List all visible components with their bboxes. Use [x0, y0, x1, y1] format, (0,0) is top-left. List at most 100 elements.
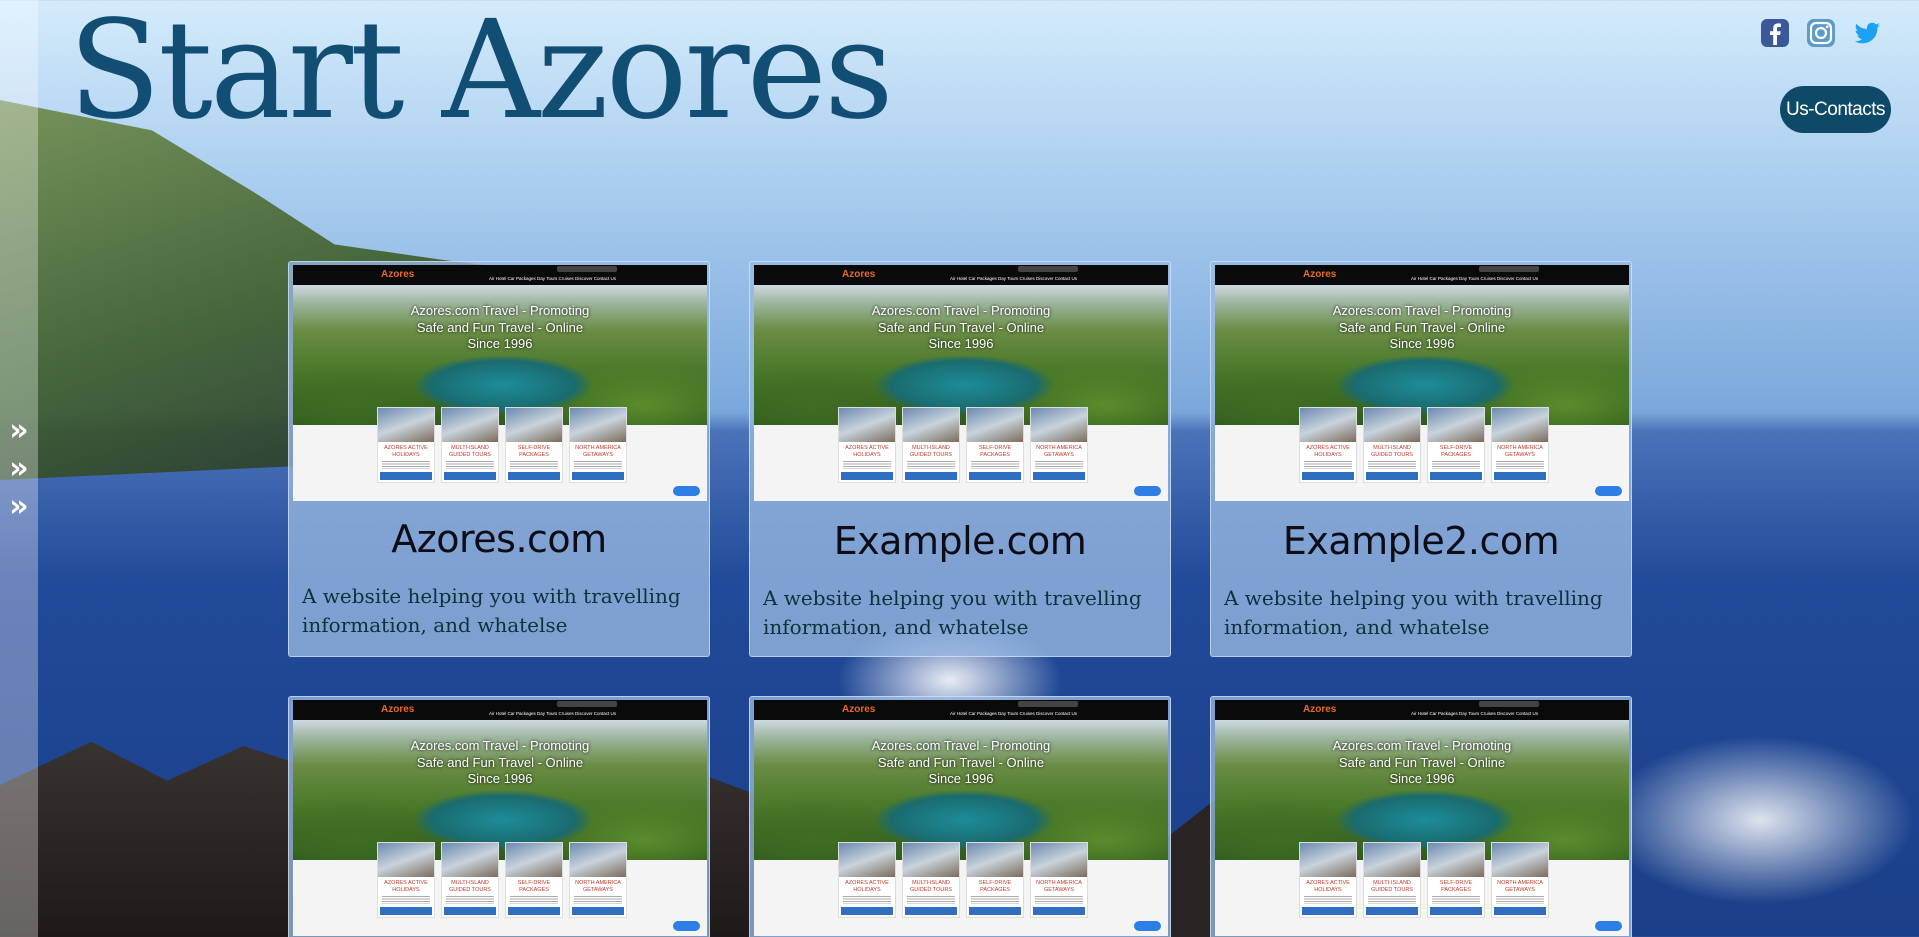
sidebar-expand-arrow[interactable]: »	[9, 452, 28, 485]
facebook-icon[interactable]	[1760, 18, 1790, 48]
screenshot-nav: Air Hotel Car Packages Day Tours Cruises…	[489, 276, 616, 281]
package-photo	[1492, 843, 1548, 877]
package-title: AZORES ACTIVE HOLIDAYS	[384, 445, 428, 458]
package-button	[841, 472, 893, 480]
package-photo	[839, 843, 895, 877]
package-title: SELF-DRIVE PACKAGES	[978, 445, 1012, 458]
screenshot-package-card: SELF-DRIVE PACKAGES	[505, 407, 563, 483]
screenshot-chat-bubble	[1134, 486, 1161, 496]
package-text-lines	[1496, 461, 1544, 469]
package-button	[1302, 907, 1354, 915]
package-button	[1302, 472, 1354, 480]
screenshot-package-card: SELF-DRIVE PACKAGES	[966, 842, 1024, 918]
screenshot-chat-bubble	[673, 486, 700, 496]
package-photo	[967, 408, 1023, 442]
package-photo	[1300, 408, 1356, 442]
screenshot-package-card: SELF-DRIVE PACKAGES	[1427, 842, 1485, 918]
package-photo	[1031, 843, 1087, 877]
project-card[interactable]: Azores Air Hotel Car Packages Day Tours …	[288, 696, 710, 937]
screenshot-logo: Azores	[1303, 269, 1337, 280]
screenshot-toolbar	[1018, 701, 1078, 707]
screenshot-topbar: Azores Air Hotel Car Packages Day Tours …	[1215, 265, 1629, 285]
package-title: NORTH AMERICA GETAWAYS	[1036, 445, 1082, 458]
sidebar-expand-arrow[interactable]: »	[9, 490, 28, 523]
package-title: NORTH AMERICA GETAWAYS	[1497, 880, 1543, 893]
package-photo	[570, 408, 626, 442]
contact-us-button[interactable]: Us-Contacts	[1780, 86, 1891, 133]
package-title: SELF-DRIVE PACKAGES	[517, 880, 551, 893]
project-card[interactable]: Azores Air Hotel Car Packages Day Tours …	[749, 696, 1171, 937]
package-text-lines	[971, 896, 1019, 904]
screenshot-package-card: MULTI-ISLAND GUIDED TOURS	[902, 407, 960, 483]
screenshot-package-card: SELF-DRIVE PACKAGES	[505, 842, 563, 918]
package-text-lines	[510, 461, 558, 469]
package-photo	[1428, 843, 1484, 877]
package-photo	[442, 843, 498, 877]
card-title: Example.com	[833, 519, 1087, 563]
screenshot-headline: Azores.com Travel - Promoting Safe and F…	[1332, 738, 1512, 786]
screenshot-package-card: MULTI-ISLAND GUIDED TOURS	[441, 407, 499, 483]
screenshot-packages: AZORES ACTIVE HOLIDAYS MULTI-ISLAND GUID…	[1299, 407, 1549, 483]
screenshot-toolbar	[557, 701, 617, 707]
package-text-lines	[1304, 896, 1352, 904]
package-text-lines	[1368, 896, 1416, 904]
package-text-lines	[843, 896, 891, 904]
package-text-lines	[1304, 461, 1352, 469]
package-photo	[506, 408, 562, 442]
project-card[interactable]: Azores Air Hotel Car Packages Day Tours …	[1210, 696, 1632, 937]
screenshot-headline: Azores.com Travel - Promoting Safe and F…	[410, 303, 590, 351]
package-button	[444, 907, 496, 915]
screenshot-logo: Azores	[842, 269, 876, 280]
screenshot-topbar: Azores Air Hotel Car Packages Day Tours …	[293, 700, 707, 720]
screenshot-headline: Azores.com Travel - Promoting Safe and F…	[871, 303, 1051, 351]
package-text-lines	[1432, 461, 1480, 469]
screenshot-package-card: AZORES ACTIVE HOLIDAYS	[1299, 407, 1357, 483]
screenshot-headline: Azores.com Travel - Promoting Safe and F…	[871, 738, 1051, 786]
package-title: NORTH AMERICA GETAWAYS	[575, 445, 621, 458]
package-photo	[1492, 408, 1548, 442]
package-text-lines	[843, 461, 891, 469]
screenshot-package-card: MULTI-ISLAND GUIDED TOURS	[441, 842, 499, 918]
package-button	[1494, 907, 1546, 915]
package-title: MULTI-ISLAND GUIDED TOURS	[449, 445, 491, 458]
package-title: SELF-DRIVE PACKAGES	[517, 445, 551, 458]
package-title: NORTH AMERICA GETAWAYS	[1497, 445, 1543, 458]
package-title: SELF-DRIVE PACKAGES	[1439, 445, 1473, 458]
website-screenshot: Azores Air Hotel Car Packages Day Tours …	[1215, 265, 1629, 501]
package-photo	[1364, 408, 1420, 442]
screenshot-nav: Air Hotel Car Packages Day Tours Cruises…	[1411, 276, 1538, 281]
package-button	[1033, 907, 1085, 915]
project-card[interactable]: Azores Air Hotel Car Packages Day Tours …	[288, 261, 710, 657]
screenshot-package-card: SELF-DRIVE PACKAGES	[966, 407, 1024, 483]
package-photo	[1364, 843, 1420, 877]
project-card[interactable]: Azores Air Hotel Car Packages Day Tours …	[1210, 261, 1632, 657]
package-text-lines	[1496, 896, 1544, 904]
package-button	[905, 907, 957, 915]
package-title: MULTI-ISLAND GUIDED TOURS	[449, 880, 491, 893]
sidebar-expand-arrow[interactable]: »	[9, 414, 28, 447]
package-title: AZORES ACTIVE HOLIDAYS	[845, 445, 889, 458]
package-text-lines	[907, 896, 955, 904]
package-button	[841, 907, 893, 915]
website-screenshot: Azores Air Hotel Car Packages Day Tours …	[293, 700, 707, 936]
twitter-icon[interactable]	[1852, 18, 1882, 48]
package-button	[969, 907, 1021, 915]
package-photo	[903, 408, 959, 442]
screenshot-topbar: Azores Air Hotel Car Packages Day Tours …	[293, 265, 707, 285]
screenshot-packages: AZORES ACTIVE HOLIDAYS MULTI-ISLAND GUID…	[377, 407, 627, 483]
screenshot-topbar: Azores Air Hotel Car Packages Day Tours …	[1215, 700, 1629, 720]
package-button	[380, 907, 432, 915]
screenshot-logo: Azores	[1303, 704, 1337, 715]
package-button	[969, 472, 1021, 480]
instagram-icon[interactable]	[1806, 18, 1836, 48]
screenshot-headline: Azores.com Travel - Promoting Safe and F…	[410, 738, 590, 786]
package-text-lines	[574, 896, 622, 904]
package-button	[1366, 907, 1418, 915]
package-text-lines	[1368, 461, 1416, 469]
screenshot-toolbar	[1479, 701, 1539, 707]
screenshot-package-card: MULTI-ISLAND GUIDED TOURS	[1363, 407, 1421, 483]
screenshot-packages: AZORES ACTIVE HOLIDAYS MULTI-ISLAND GUID…	[838, 842, 1088, 918]
screenshot-nav: Air Hotel Car Packages Day Tours Cruises…	[950, 711, 1077, 716]
package-photo	[442, 408, 498, 442]
project-card[interactable]: Azores Air Hotel Car Packages Day Tours …	[749, 261, 1171, 657]
